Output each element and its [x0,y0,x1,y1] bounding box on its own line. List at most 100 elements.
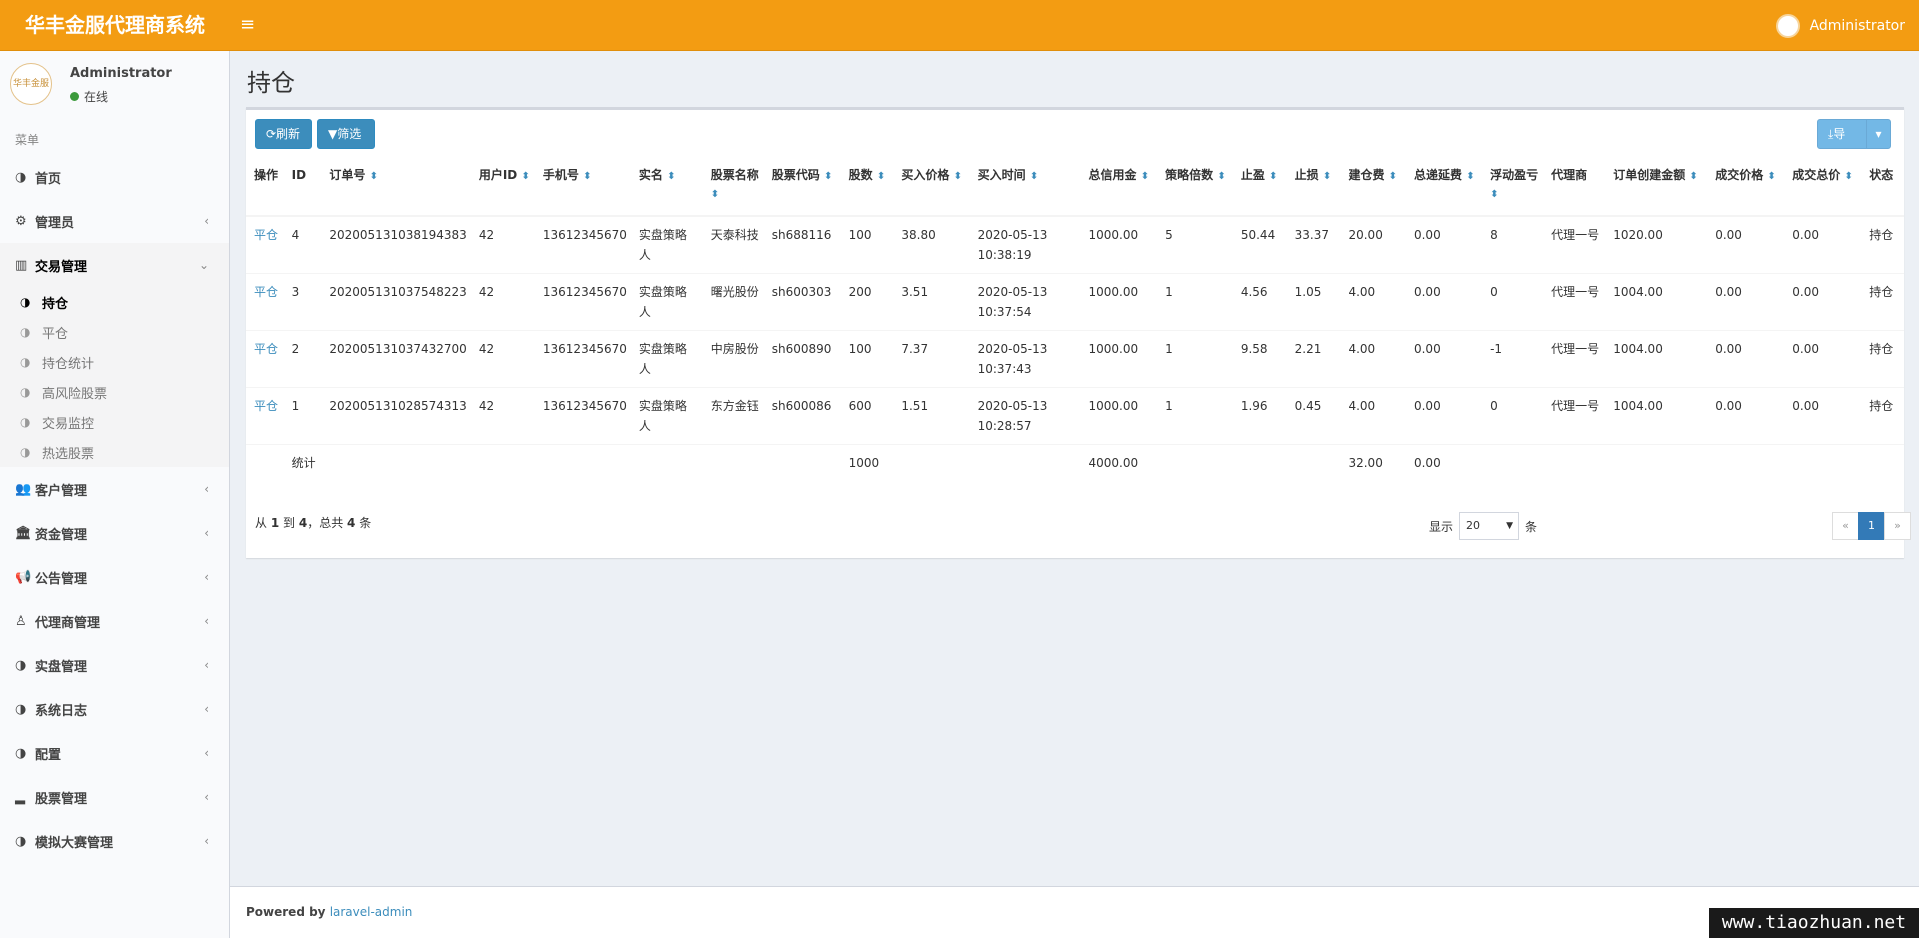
sidebar-subitem-stats[interactable]: ◑ 持仓统计 [0,347,229,377]
sidebar-item-trade[interactable]: ▥ 交易管理 ⌄ [0,243,229,287]
close-position-link[interactable]: 平仓 [246,272,284,330]
sidebar-item-logs[interactable]: ◑ 系统日志 ‹ [0,687,229,731]
table-cell: 3.51 [893,272,970,330]
pagination-page-1[interactable]: 1 [1858,512,1885,540]
signal-icon: ▂ [15,789,25,805]
sidebar-item-notice[interactable]: 📢 公告管理 ‹ [0,555,229,599]
table-cell: 持仓 [1861,386,1904,444]
close-position-link[interactable]: 平仓 [246,386,284,444]
sidebar-subitem-positions[interactable]: ◑ 持仓 [0,287,229,317]
sidebar-subitem-closed[interactable]: ◑ 平仓 [0,317,229,347]
column-header[interactable]: 用户ID ⬍ [470,158,535,217]
sort-icon[interactable]: ⬍ [877,168,885,186]
brand-logo[interactable]: 华丰金服代理商系统 [0,0,230,51]
sort-icon[interactable]: ⬍ [1490,186,1498,204]
sidebar-item-live[interactable]: ◑ 实盘管理 ‹ [0,643,229,687]
column-header[interactable]: 止损 ⬍ [1286,158,1341,217]
column-header[interactable]: 买入价格 ⬍ [893,158,970,217]
table-cell: 0 [1482,386,1544,444]
column-header[interactable]: 股票代码 ⬍ [763,158,841,217]
sort-icon[interactable]: ⬍ [1844,168,1852,186]
sort-icon[interactable]: ⬍ [1269,168,1277,186]
summary-cell [1286,443,1341,501]
sort-icon[interactable]: ⬍ [1030,168,1038,186]
table-cell: sh688116 [763,215,841,273]
refresh-button[interactable]: ⟳刷新 [255,119,312,149]
export-button[interactable]: ⤓导出 [1817,119,1867,169]
column-header: 代理商 [1543,158,1606,217]
positions-table: 操作 ID 订单号 ⬍ 用户ID ⬍ 手机号 ⬍ 实名 ⬍ 股票名称 ⬍ 股票代码 ⬍ 股数 ⬍… [246,158,1904,501]
table-cell: 1000.00 [1080,215,1158,273]
column-header[interactable]: 成交价格 ⬍ [1707,158,1785,217]
table-cell: 0.00 [1707,329,1785,387]
sort-icon[interactable]: ⬍ [583,168,591,186]
column-header[interactable]: 股数 ⬍ [840,158,894,217]
sort-icon[interactable]: ⬍ [370,168,378,186]
sort-icon[interactable]: ⬍ [1323,168,1331,186]
table-cell: 实盘策略人 [630,386,703,444]
sidebar-item-admin[interactable]: ⚙ 管理员 ‹ [0,199,229,243]
summary-cell [1861,443,1904,501]
column-header[interactable]: 订单创建金额 ⬍ [1605,158,1708,217]
filter-button[interactable]: ▼筛选 [317,119,375,149]
column-header[interactable]: 订单号 ⬍ [321,158,471,217]
summary-cell: 4000.00 [1080,443,1158,501]
sidebar-item-customers[interactable]: 👥 客户管理 ‹ [0,467,229,511]
column-header[interactable]: 策略倍数 ⬍ [1157,158,1233,217]
sidebar-item-stocks[interactable]: ▂ 股票管理 ‹ [0,775,229,819]
sidebar-subitem-monitor[interactable]: ◑ 交易监控 [0,407,229,437]
pagination-next[interactable]: » [1884,512,1911,540]
pagination-prev[interactable]: « [1832,512,1859,540]
per-page-select[interactable]: 20 ▼ [1459,512,1520,540]
sidebar-subitem-risk[interactable]: ◑ 高风险股票 [0,377,229,407]
table-cell: 代理一号 [1543,215,1606,273]
table-cell: 0.45 [1286,386,1341,444]
sort-icon[interactable]: ⬍ [1689,168,1697,186]
sidebar-item-agents[interactable]: ♙ 代理商管理 ‹ [0,599,229,643]
export-dropdown-button[interactable]: ▾ [1866,119,1891,149]
column-header[interactable]: 手机号 ⬍ [534,158,631,217]
trade-submenu: ◑ 持仓 ◑ 平仓 ◑ 持仓统计 ◑ 高风险股票 ◑ 交易监控 ◑ 热选股票 [0,287,229,467]
table-cell: 1000.00 [1080,272,1158,330]
sidebar-item-funds[interactable]: 🏛 资金管理 ‹ [0,511,229,555]
column-header[interactable]: 建仓费 ⬍ [1340,158,1406,217]
table-cell: 0.00 [1405,215,1483,273]
column-header[interactable]: 止盈 ⬍ [1232,158,1287,217]
close-position-link[interactable]: 平仓 [246,329,284,387]
column-header[interactable]: 总递延费 ⬍ [1405,158,1483,217]
column-header[interactable]: 买入时间 ⬍ [969,158,1081,217]
table-cell: 13612345670 [534,215,631,273]
sort-icon[interactable]: ⬍ [1767,168,1775,186]
table-cell: 0.00 [1405,272,1483,330]
sidebar-item-home[interactable]: ◑ 首页 [0,155,229,199]
sidebar-item-contest[interactable]: ◑ 模拟大赛管理 ‹ [0,819,229,863]
user-menu[interactable]: Administrator [1775,14,1905,38]
summary-cell [534,443,631,501]
summary-cell [1482,443,1544,501]
table-cell: 代理一号 [1543,329,1606,387]
table-cell: 4.00 [1340,329,1406,387]
column-header[interactable]: 浮动盈亏 ⬍ [1482,158,1544,217]
table-cell: 202005131037548223 [321,272,471,330]
sort-icon[interactable]: ⬍ [711,186,719,204]
sidebar-item-config[interactable]: ◑ 配置 ‹ [0,731,229,775]
column-header[interactable]: 股票名称 ⬍ [702,158,764,217]
sidebar-toggle-icon[interactable]: ≡ [240,14,255,35]
close-position-link[interactable]: 平仓 [246,215,284,273]
table-cell: 2020-05-13 10:37:43 [969,329,1081,387]
sort-icon[interactable]: ⬍ [1217,168,1225,186]
sort-icon[interactable]: ⬍ [824,168,832,186]
sidebar-subitem-hot[interactable]: ◑ 热选股票 [0,437,229,467]
sort-icon[interactable]: ⬍ [954,168,962,186]
sort-icon[interactable]: ⬍ [1466,168,1474,186]
sort-icon[interactable]: ⬍ [667,168,675,186]
column-header[interactable]: 总信用金 ⬍ [1080,158,1158,217]
summary-cell: 0.00 [1405,443,1483,501]
column-header[interactable]: 实名 ⬍ [630,158,703,217]
footer-link[interactable]: laravel-admin [330,905,413,919]
sort-icon[interactable]: ⬍ [1141,168,1149,186]
column-header: ID [283,158,322,217]
column-header[interactable]: 成交总价 ⬍ [1784,158,1862,217]
sort-icon[interactable]: ⬍ [1389,168,1397,186]
sort-icon[interactable]: ⬍ [521,168,529,186]
